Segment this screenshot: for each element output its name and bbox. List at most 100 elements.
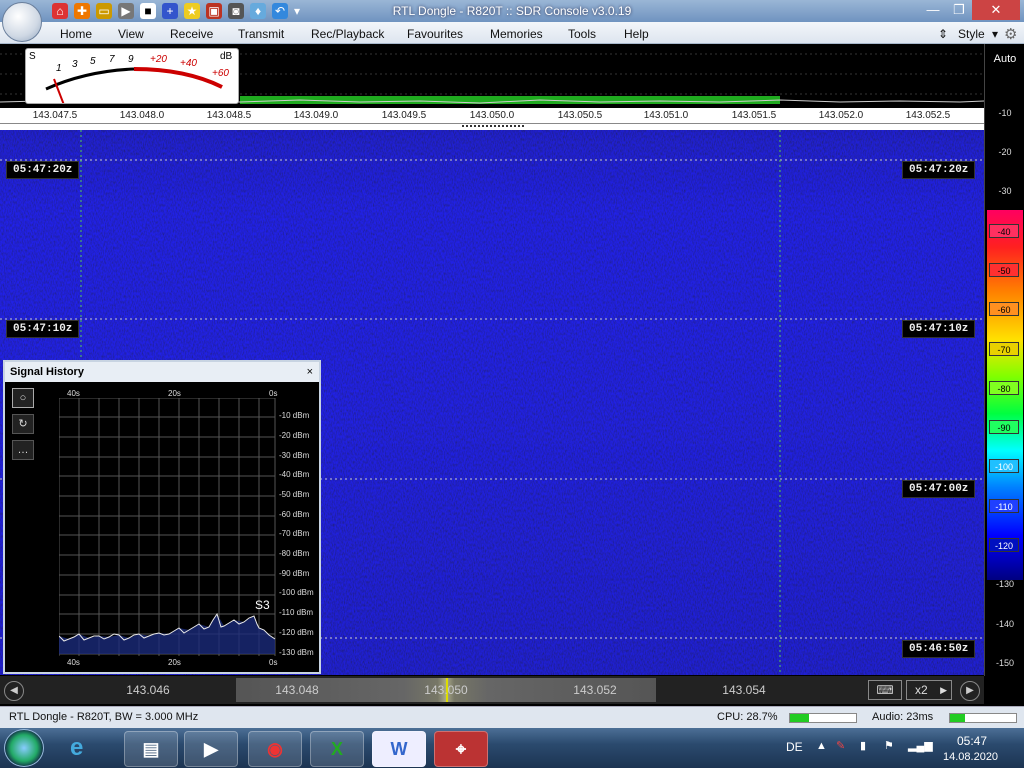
- add-icon[interactable]: +: [162, 3, 178, 19]
- s-reading: S3: [255, 598, 270, 612]
- time-label: 05:47:20z: [6, 161, 80, 179]
- close-button[interactable]: ✕: [972, 0, 1020, 20]
- zoom-dropdown[interactable]: x2 ▶: [906, 680, 952, 700]
- level-label: -110: [989, 499, 1019, 513]
- time-tick: 20s: [168, 658, 181, 667]
- folder-icon[interactable]: ▭: [96, 3, 112, 19]
- freq-label: 143.052.0: [818, 110, 864, 121]
- tuning-bar[interactable]: ◀ 143.046 143.048 143.050 143.052 143.05…: [0, 676, 984, 704]
- menu-view[interactable]: View: [118, 27, 144, 41]
- freq-label: 143.048.5: [206, 110, 252, 121]
- signal-history-title: Signal History: [10, 366, 84, 378]
- device-icon[interactable]: ▮: [860, 739, 866, 752]
- time-label: 05:47:20z: [902, 161, 976, 179]
- camera-icon[interactable]: ◙: [228, 3, 244, 19]
- play-icon[interactable]: ▶: [118, 3, 134, 19]
- signal-history-panel: Signal History × ○ ↻ … 40s 20s 0s 40s 20…: [3, 360, 321, 674]
- level-label: -80: [989, 381, 1019, 395]
- forward-icon[interactable]: ▶: [960, 681, 980, 701]
- level-label: -50: [989, 263, 1019, 277]
- flag-icon[interactable]: ⚑: [884, 739, 894, 752]
- menu-rec-playback[interactable]: Rec/Playback: [311, 27, 384, 41]
- s-meter: S dB 1 3 5 7 9 +20 +40 +60: [25, 48, 239, 104]
- level-scale: Auto -10 -20 -30 -40 -50 -60 -70 -80 -90…: [984, 44, 1024, 684]
- menu-receive[interactable]: Receive: [170, 27, 213, 41]
- title-bar: RTL Dongle - R820T :: SDR Console v3.0.1…: [0, 0, 1024, 22]
- freq-label: 143.052.5: [905, 110, 951, 121]
- level-label: -150: [995, 658, 1014, 668]
- reset-button[interactable]: ↻: [12, 414, 34, 434]
- signal-history-header[interactable]: Signal History ×: [5, 362, 319, 382]
- more-button[interactable]: …: [12, 440, 34, 460]
- home-icon[interactable]: ⌂: [52, 3, 68, 19]
- level-label: -60: [989, 302, 1019, 316]
- stop-icon[interactable]: ■: [140, 3, 156, 19]
- dbm-label: -110 dBm: [279, 608, 314, 617]
- app-menu-button[interactable]: [2, 2, 42, 42]
- freq-label: 143.049.5: [381, 110, 427, 121]
- menu-style[interactable]: Style: [958, 27, 985, 41]
- dbm-label: -90 dBm: [279, 569, 310, 578]
- menu-transmit[interactable]: Transmit: [238, 27, 284, 41]
- dbm-label: -120 dBm: [279, 628, 314, 637]
- time-label: 05:46:50z: [902, 640, 976, 658]
- lock-icon[interactable]: ▣: [206, 3, 222, 19]
- level-label: -90: [989, 420, 1019, 434]
- corner-filler: [984, 676, 1024, 706]
- ribbon-menu: Home View Receive Transmit Rec/Playback …: [0, 22, 1024, 44]
- windows-taskbar: e ▤ ▶ ◉ X W ⌖ DE ▲ ✎ ▮ ⚑ ▂▄▆ 05:47 14.08…: [0, 728, 1024, 768]
- dbm-label: -30 dBm: [279, 451, 310, 460]
- time-tick: 20s: [168, 389, 181, 398]
- menu-tools[interactable]: Tools: [568, 27, 596, 41]
- dbm-label: -100 dBm: [279, 588, 314, 597]
- keyboard-icon[interactable]: ⌨: [868, 680, 902, 700]
- level-label: -40: [989, 224, 1019, 238]
- cpu-meter: [789, 713, 857, 723]
- rewind-icon[interactable]: ◀: [4, 681, 24, 701]
- media-player-icon[interactable]: ▶: [184, 731, 238, 767]
- style-dropdown-icon[interactable]: ▾: [992, 27, 998, 41]
- explorer-icon[interactable]: ▤: [124, 731, 178, 767]
- help-icon[interactable]: ✚: [74, 3, 90, 19]
- word-icon[interactable]: W: [372, 731, 426, 767]
- level-label: -130: [995, 579, 1014, 589]
- menu-home[interactable]: Home: [60, 27, 92, 41]
- frequency-scale[interactable]: 143.047.5 143.048.0 143.048.5 143.049.0 …: [0, 108, 984, 124]
- tray-expand-icon[interactable]: ▲: [816, 740, 827, 752]
- minimize-button[interactable]: —: [920, 0, 946, 20]
- auto-button[interactable]: Auto: [985, 53, 1024, 65]
- time-tick: 0s: [269, 658, 278, 667]
- menu-favourites[interactable]: Favourites: [407, 27, 463, 41]
- gear-icon[interactable]: ⚙: [1004, 25, 1017, 43]
- excel-icon[interactable]: X: [310, 731, 364, 767]
- language-indicator[interactable]: DE: [786, 740, 803, 754]
- status-bar: RTL Dongle - R820T, BW = 3.000 MHz CPU: …: [0, 706, 1024, 728]
- menu-memories[interactable]: Memories: [490, 27, 543, 41]
- tuning-label: 143.050: [424, 683, 468, 697]
- network-icon[interactable]: ▂▄▆: [908, 739, 933, 752]
- freq-label: 143.050.5: [557, 110, 603, 121]
- drop-icon[interactable]: ♦: [250, 3, 266, 19]
- level-label: -100: [989, 459, 1019, 473]
- clock-time: 05:47: [957, 734, 988, 748]
- level-label: -70: [989, 342, 1019, 356]
- level-label: -120: [989, 538, 1019, 552]
- ie-icon[interactable]: e: [70, 734, 83, 762]
- undo-icon[interactable]: ↶: [272, 3, 288, 19]
- style-arrows-icon[interactable]: ⇕: [938, 27, 948, 41]
- star-icon[interactable]: ★: [184, 3, 200, 19]
- close-icon[interactable]: ×: [307, 362, 313, 382]
- start-button[interactable]: [4, 729, 44, 767]
- time-tick: 40s: [67, 658, 80, 667]
- time-tick: 40s: [67, 389, 80, 398]
- level-label: -30: [998, 186, 1012, 196]
- zoom-arrow-icon: ▶: [940, 685, 947, 695]
- chrome-icon[interactable]: ◉: [248, 731, 302, 767]
- qat-dropdown-icon[interactable]: ▾: [292, 3, 302, 19]
- acrobat-icon[interactable]: ✎: [836, 739, 845, 752]
- record-button[interactable]: ○: [12, 388, 34, 408]
- menu-help[interactable]: Help: [624, 27, 649, 41]
- freq-label: 143.050.0: [469, 110, 515, 121]
- maximize-button[interactable]: ❐: [946, 0, 972, 20]
- sdr-console-icon[interactable]: ⌖: [434, 731, 488, 767]
